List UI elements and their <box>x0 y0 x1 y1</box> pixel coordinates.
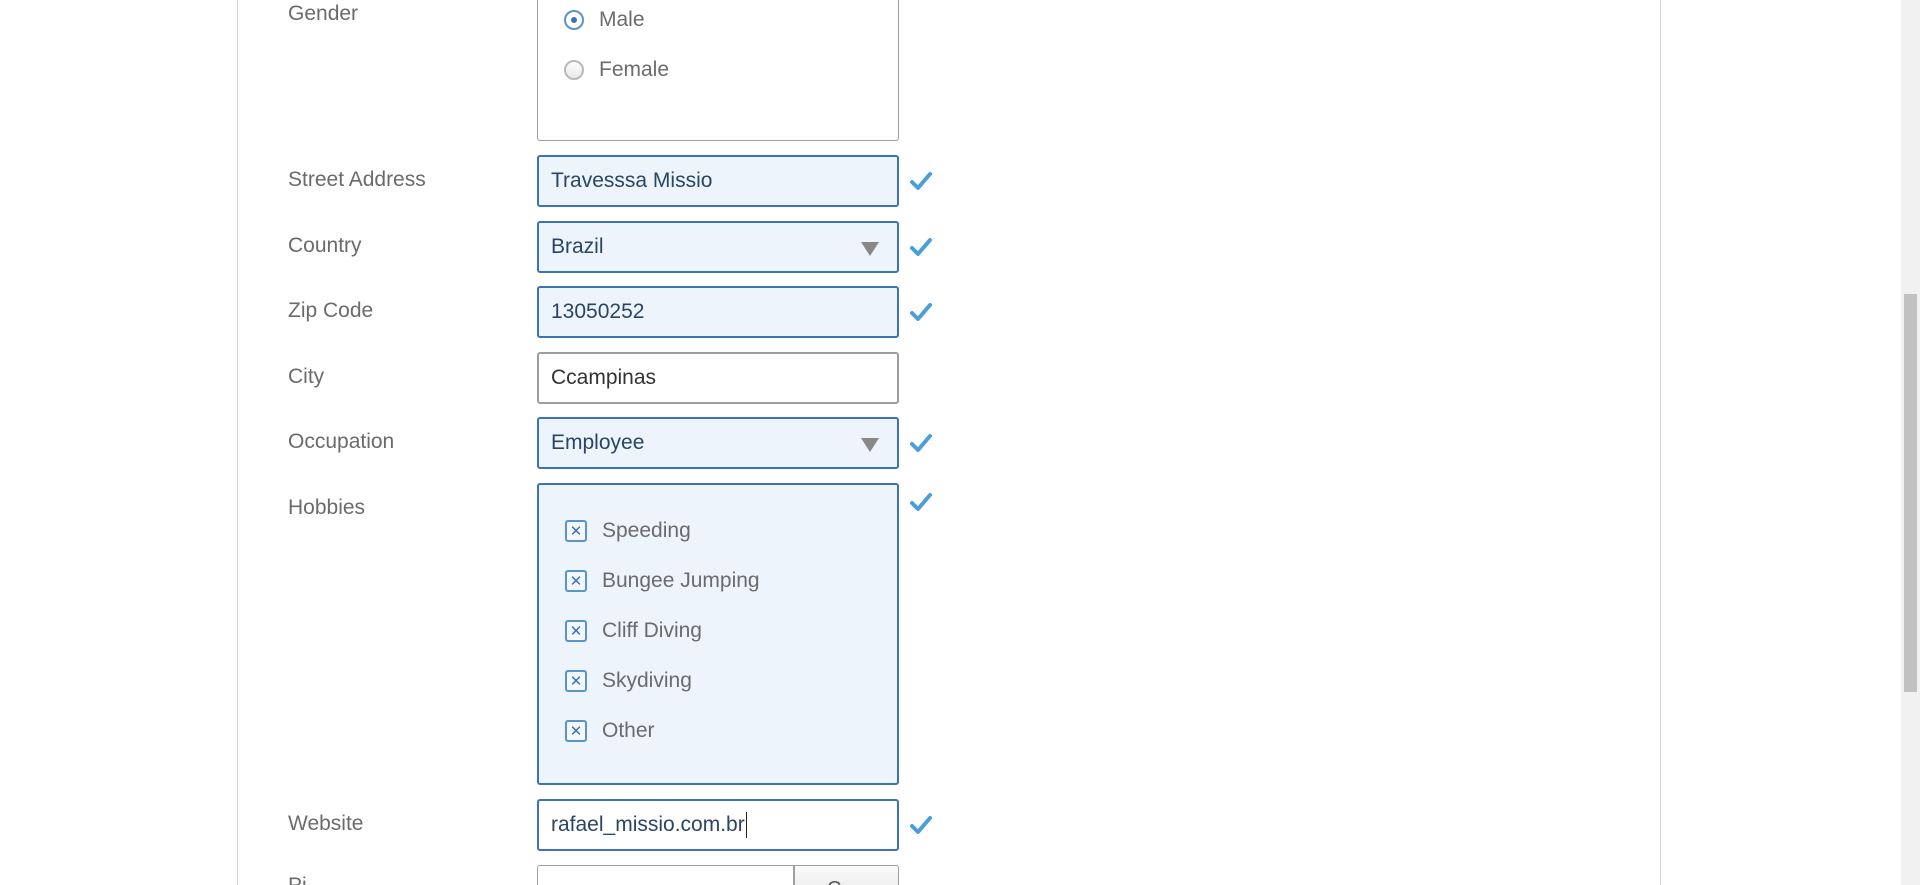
text-caret <box>745 812 747 839</box>
hobby-label: Other <box>602 719 655 742</box>
hobby-label: Skydiving <box>602 669 692 692</box>
country-value: Brazil <box>551 235 604 258</box>
website-label: Website <box>288 812 364 835</box>
hobby-label: Cliff Diving <box>602 619 702 642</box>
zip-code-value: 13050252 <box>551 300 645 323</box>
gender-option-label: Female <box>599 58 670 81</box>
gender-option-label: Male <box>599 8 645 31</box>
hobby-item[interactable]: ✕ Bungee Jumping <box>565 566 760 596</box>
triangle-down-icon <box>861 242 879 256</box>
gender-label: Gender <box>288 2 359 25</box>
street-address-input[interactable]: Travesssa Missio <box>537 155 899 207</box>
checkmark-icon <box>910 238 932 256</box>
checkbox-checked-icon[interactable]: ✕ <box>565 670 587 692</box>
city-label: City <box>288 365 325 388</box>
country-label: Country <box>288 234 362 257</box>
radio-male[interactable] <box>564 10 584 30</box>
hobby-item[interactable]: ✕ Speeding <box>565 516 691 546</box>
city-value: Ccampinas <box>551 366 657 389</box>
checkmark-icon <box>910 493 932 511</box>
checkmark-icon <box>910 172 932 190</box>
occupation-select[interactable]: Employee <box>537 417 899 469</box>
hobby-item[interactable]: ✕ Cliff Diving <box>565 616 702 646</box>
browse-button[interactable]: C <box>794 865 899 885</box>
checkbox-checked-icon[interactable]: ✕ <box>565 520 587 542</box>
country-select[interactable]: Brazil <box>537 221 899 273</box>
hobby-item[interactable]: ✕ Skydiving <box>565 666 692 696</box>
website-value: rafael_missio.com.br <box>551 813 745 836</box>
picture-label: Pi <box>288 874 307 885</box>
hobby-label: Bungee Jumping <box>602 569 760 592</box>
page-viewport: Gender Male Female Street Address Traves… <box>0 0 1920 885</box>
city-input[interactable]: Ccampinas <box>537 352 899 404</box>
checkmark-icon <box>910 303 932 321</box>
occupation-label: Occupation <box>288 430 395 453</box>
checkmark-icon <box>910 434 932 452</box>
radio-female[interactable] <box>564 60 584 80</box>
checkmark-icon <box>910 816 932 834</box>
form-panel <box>237 0 1661 885</box>
file-path-input[interactable] <box>537 865 794 885</box>
zip-code-label: Zip Code <box>288 299 374 322</box>
website-input[interactable]: rafael_missio.com.br <box>537 799 899 851</box>
gender-radio-group: Male Female <box>537 0 899 141</box>
zip-code-input[interactable]: 13050252 <box>537 286 899 338</box>
checkbox-checked-icon[interactable]: ✕ <box>565 720 587 742</box>
street-address-label: Street Address <box>288 168 426 191</box>
scrollbar-thumb[interactable] <box>1904 294 1917 692</box>
triangle-down-icon <box>861 438 879 452</box>
checkbox-checked-icon[interactable]: ✕ <box>565 570 587 592</box>
vertical-scrollbar[interactable] <box>1901 0 1920 885</box>
hobby-item[interactable]: ✕ Other <box>565 716 655 746</box>
occupation-value: Employee <box>551 431 645 454</box>
hobbies-label: Hobbies <box>288 496 366 519</box>
gender-option-male[interactable]: Male <box>564 5 645 35</box>
hobby-label: Speeding <box>602 519 691 542</box>
hobbies-checkbox-group: ✕ Speeding ✕ Bungee Jumping ✕ Cliff Divi… <box>537 483 899 785</box>
gender-option-female[interactable]: Female <box>564 55 669 85</box>
street-address-value: Travesssa Missio <box>551 169 713 192</box>
checkbox-checked-icon[interactable]: ✕ <box>565 620 587 642</box>
